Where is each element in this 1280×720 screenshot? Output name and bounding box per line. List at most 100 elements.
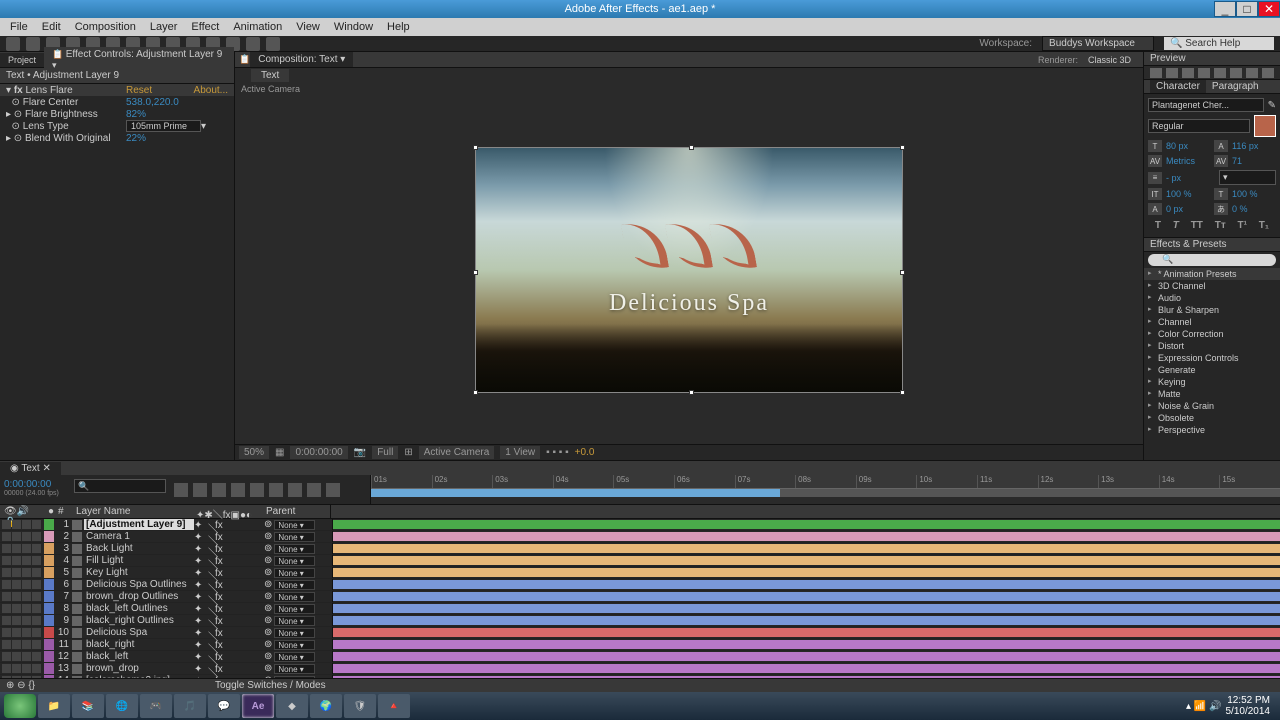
tl-tool-icon[interactable] <box>288 483 302 497</box>
subscript-button[interactable]: T₁ <box>1259 220 1269 231</box>
ep-perspective[interactable]: Perspective <box>1144 424 1280 436</box>
leading[interactable]: 116 px <box>1232 141 1276 151</box>
hscale[interactable]: 100 % <box>1232 189 1276 199</box>
tl-tool-icon[interactable] <box>250 483 264 497</box>
project-tab[interactable]: Project <box>0 53 44 67</box>
layer-row[interactable]: 6 Delicious Spa Outlines ✦＼fx ⊚ None ▾ <box>0 579 1280 591</box>
next-frame-button[interactable] <box>1198 68 1210 78</box>
exposure[interactable]: +0.0 <box>575 447 595 458</box>
timeline-tab[interactable]: ◉ Text ✕ <box>0 462 61 475</box>
layer-row[interactable]: 10 Delicious Spa ✦＼fx ⊚ None ▾ <box>0 627 1280 639</box>
explorer-icon[interactable]: 📁 <box>38 694 70 718</box>
composition-tab[interactable]: Composition: Text ▾ <box>250 52 353 67</box>
tl-tool-icon[interactable] <box>307 483 321 497</box>
layer-row[interactable]: 5 Key Light ✦＼fx ⊚ None ▾ <box>0 567 1280 579</box>
layer-row[interactable]: 9 black_right Outlines ✦＼fx ⊚ None ▾ <box>0 615 1280 627</box>
steam-icon[interactable]: 🎮 <box>140 694 172 718</box>
view-icons[interactable]: ▪ ▪ ▪ ▪ <box>546 447 569 458</box>
vscale[interactable]: 100 % <box>1166 189 1210 199</box>
menu-file[interactable]: File <box>4 21 34 33</box>
menu-effect[interactable]: Effect <box>185 21 225 33</box>
tl-tool-icon[interactable] <box>212 483 226 497</box>
superscript-button[interactable]: T¹ <box>1238 220 1247 231</box>
current-time[interactable]: 0:00:00:00 00000 (24.00 fps) <box>0 475 70 504</box>
ep-noise[interactable]: Noise & Grain <box>1144 400 1280 412</box>
menu-view[interactable]: View <box>290 21 326 33</box>
ep-animation-presets[interactable]: * Animation Presets <box>1144 268 1280 280</box>
layer-row[interactable]: 2 Camera 1 ✦＼fx ⊚ None ▾ <box>0 531 1280 543</box>
zoom-level[interactable]: 50% <box>239 446 269 459</box>
layer-row[interactable]: 1 [Adjustment Layer 9] ✦＼fx ⊚ None ▾ <box>0 519 1280 531</box>
ep-color-correction[interactable]: Color Correction <box>1144 328 1280 340</box>
ep-audio[interactable]: Audio <box>1144 292 1280 304</box>
search-help-input[interactable]: 🔍 Search Help <box>1164 37 1274 50</box>
play-button[interactable] <box>1182 68 1194 78</box>
ep-blur[interactable]: Blur & Sharpen <box>1144 304 1280 316</box>
time-ruler[interactable]: 01s02s03s04s05s06s07s08s09s10s11s12s13s1… <box>370 475 1280 504</box>
maximize-button[interactable]: □ <box>1236 1 1258 17</box>
tl-tool-icon[interactable] <box>326 483 340 497</box>
tl-tool-icon[interactable] <box>193 483 207 497</box>
tl-footer-icons[interactable]: ⊕ ⊖ {} <box>6 680 35 691</box>
vlc-icon[interactable]: 🔺 <box>378 694 410 718</box>
ep-obsolete[interactable]: Obsolete <box>1144 412 1280 424</box>
layer-name-header[interactable]: Layer Name <box>72 505 192 518</box>
first-frame-button[interactable] <box>1150 68 1162 78</box>
renderer-value[interactable]: Classic 3D <box>1082 54 1137 66</box>
grid-icon[interactable]: ⊞ <box>404 447 412 458</box>
canvas[interactable]: Delicious Spa <box>476 148 902 392</box>
layer-row[interactable]: 13 brown_drop ✦＼fx ⊚ None ▾ <box>0 663 1280 675</box>
stroke-style[interactable]: ▾ <box>1219 170 1276 185</box>
roto-tool-icon[interactable] <box>246 37 260 51</box>
timeline-search[interactable] <box>74 479 166 493</box>
prop-flare-brightness-val[interactable]: 82% <box>126 109 146 120</box>
libraries-icon[interactable]: 📚 <box>72 694 104 718</box>
effects-search-input[interactable]: 🔍 <box>1148 254 1276 266</box>
menu-composition[interactable]: Composition <box>69 21 142 33</box>
ep-matte[interactable]: Matte <box>1144 388 1280 400</box>
menu-edit[interactable]: Edit <box>36 21 67 33</box>
preview-header[interactable]: Preview <box>1144 52 1280 66</box>
reset-link[interactable]: Reset <box>126 85 152 96</box>
ram-preview-button[interactable] <box>1262 68 1274 78</box>
footer-time[interactable]: 0:00:00:00 <box>290 446 347 459</box>
ep-generate[interactable]: Generate <box>1144 364 1280 376</box>
prev-frame-button[interactable] <box>1166 68 1178 78</box>
menu-window[interactable]: Window <box>328 21 379 33</box>
system-tray[interactable]: ▴ 📶 🔊 12:52 PM 5/10/2014 <box>1186 695 1276 717</box>
layer-row[interactable]: 11 black_right ✦＼fx ⊚ None ▾ <box>0 639 1280 651</box>
italic-button[interactable]: T <box>1173 220 1179 231</box>
loop-button[interactable] <box>1246 68 1258 78</box>
minimize-button[interactable]: _ <box>1214 1 1236 17</box>
comp-subtab-text[interactable]: Text <box>251 69 289 82</box>
tl-tool-icon[interactable] <box>174 483 188 497</box>
spotify-icon[interactable]: 🎵 <box>174 694 206 718</box>
prop-blend-val[interactable]: 22% <box>126 133 146 144</box>
after-effects-icon[interactable]: Ae <box>242 694 274 718</box>
prop-lens-type-val[interactable]: 105mm Prime <box>126 120 201 132</box>
about-link[interactable]: About... <box>194 85 228 96</box>
paragraph-tab[interactable]: Paragraph <box>1206 80 1265 93</box>
ep-3d-channel[interactable]: 3D Channel <box>1144 280 1280 292</box>
snapshot-icon[interactable]: 📷 <box>354 447 366 458</box>
ep-keying[interactable]: Keying <box>1144 376 1280 388</box>
menu-help[interactable]: Help <box>381 21 416 33</box>
start-button[interactable] <box>4 694 36 718</box>
layer-row[interactable]: 12 black_left ✦＼fx ⊚ None ▾ <box>0 651 1280 663</box>
effect-name[interactable]: Lens Flare <box>26 85 73 96</box>
view-layout[interactable]: 1 View <box>500 446 540 459</box>
camera-view[interactable]: Active Camera <box>419 446 495 459</box>
hand-tool-icon[interactable] <box>26 37 40 51</box>
composition-viewer[interactable]: Delicious Spa <box>235 96 1143 444</box>
layer-row[interactable]: 8 black_left Outlines ✦＼fx ⊚ None ▾ <box>0 603 1280 615</box>
chrome-icon[interactable]: 🌐 <box>106 694 138 718</box>
workspace-select[interactable]: Buddys Workspace <box>1042 36 1154 51</box>
kerning[interactable]: Metrics <box>1166 156 1210 166</box>
menu-layer[interactable]: Layer <box>144 21 184 33</box>
tracking[interactable]: 71 <box>1232 156 1276 166</box>
eyedropper-icon[interactable]: ✎ <box>1268 100 1276 111</box>
baseline[interactable]: 0 px <box>1166 204 1210 214</box>
app-icon[interactable]: 🌍 <box>310 694 342 718</box>
allcaps-button[interactable]: TT <box>1191 220 1203 231</box>
tl-tool-icon[interactable] <box>231 483 245 497</box>
